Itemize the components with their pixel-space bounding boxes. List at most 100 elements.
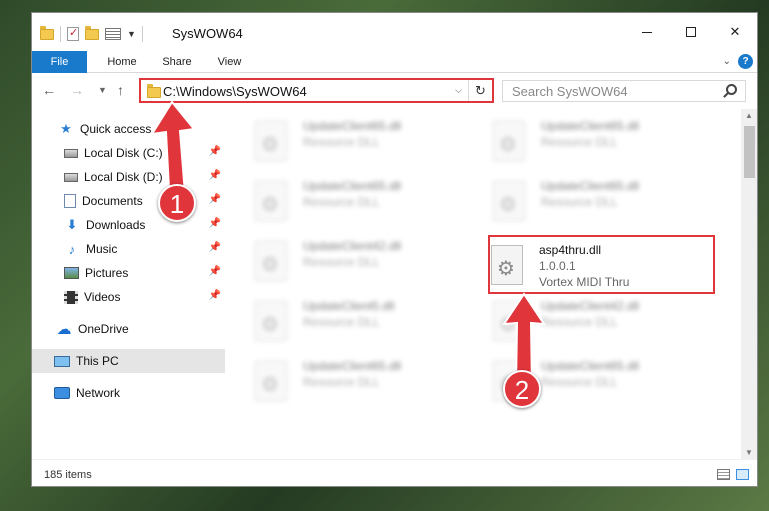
- file-description: Resource DLL: [541, 195, 618, 209]
- file-item[interactable]: UpdateClient65.dll Resource DLL: [467, 173, 697, 225]
- sidebar-item-pictures[interactable]: Pictures 📌: [32, 261, 225, 285]
- file-name: UpdateClient65.dll: [303, 119, 402, 133]
- back-arrow-icon[interactable]: ←: [42, 82, 56, 98]
- disk-icon: [64, 172, 78, 182]
- file-name: UpdateClient42.dll: [541, 299, 640, 313]
- sidebar-item-onedrive[interactable]: ☁ OneDrive: [32, 317, 225, 341]
- status-bar: 185 items: [32, 459, 757, 486]
- pc-icon: [54, 355, 70, 367]
- search-placeholder: Search SysWOW64: [512, 84, 628, 99]
- file-highlight-box: [488, 235, 715, 294]
- file-name: UpdateClient65.dll: [541, 359, 640, 373]
- file-item[interactable]: UpdateClient65.dll Resource DLL: [229, 353, 459, 405]
- tiles-view-icon[interactable]: [736, 469, 749, 480]
- downloads-icon: ⬇: [66, 217, 78, 232]
- sidebar-item-network[interactable]: Network: [32, 381, 225, 405]
- file-item[interactable]: UpdateClient42.dll Resource DLL: [229, 233, 459, 285]
- file-name: UpdateClient65.dll: [303, 179, 402, 193]
- tab-home[interactable]: Home: [102, 51, 142, 73]
- tab-file[interactable]: File: [32, 51, 87, 73]
- pin-icon[interactable]: 📌: [209, 290, 221, 301]
- toolbar-divider: [60, 26, 61, 42]
- close-button[interactable]: ✕: [713, 13, 757, 51]
- minimize-button[interactable]: [625, 13, 669, 51]
- item-count: 185 items: [44, 469, 92, 481]
- sidebar-item-label: Music: [86, 242, 118, 256]
- file-name: UpdateClient65.dll: [303, 359, 402, 373]
- pin-icon[interactable]: 📌: [209, 194, 221, 205]
- dll-file-icon: [493, 181, 525, 221]
- tab-view[interactable]: View: [212, 51, 247, 73]
- sidebar-item-videos[interactable]: Videos 📌: [32, 285, 225, 309]
- file-item[interactable]: UpdateClient65.dll Resource DLL: [467, 113, 697, 165]
- chevron-down-icon[interactable]: ⌵: [455, 85, 462, 96]
- dll-file-icon: [493, 121, 525, 161]
- scroll-down-icon[interactable]: ▼: [745, 448, 753, 457]
- file-description: Resource DLL: [303, 135, 380, 149]
- sidebar-item-label: Pictures: [85, 266, 129, 280]
- dll-file-icon: [255, 361, 287, 401]
- file-item[interactable]: UpdateClient65.dll Resource DLL: [229, 173, 459, 225]
- tab-share[interactable]: Share: [157, 51, 197, 73]
- dll-file-icon: [255, 181, 287, 221]
- refresh-icon[interactable]: ↻: [468, 80, 492, 101]
- search-input[interactable]: Search SysWOW64: [502, 80, 746, 102]
- window-title: SysWOW64: [172, 26, 243, 41]
- sidebar-item-label: This PC: [76, 354, 119, 368]
- dll-file-icon: [255, 301, 287, 341]
- scrollbar-thumb[interactable]: [744, 126, 755, 178]
- vertical-scrollbar[interactable]: ▲ ▼: [741, 109, 757, 459]
- details-view-icon[interactable]: [717, 469, 730, 480]
- file-description: Resource DLL: [303, 315, 380, 329]
- sidebar-item-label: Quick access: [80, 122, 152, 136]
- cloud-icon: ☁: [56, 321, 72, 338]
- properties-icon[interactable]: [67, 26, 79, 41]
- callout-badge-2: 2: [503, 370, 541, 408]
- window-controls: ✕: [625, 13, 757, 51]
- help-icon[interactable]: ?: [738, 54, 753, 69]
- explorer-window: ▼ SysWOW64 ✕ File Home Share View ⌄ ? ← …: [31, 12, 758, 487]
- pictures-icon: [64, 267, 79, 279]
- pin-icon[interactable]: 📌: [209, 146, 221, 157]
- address-path[interactable]: C:\Windows\SysWOW64: [163, 84, 307, 99]
- file-description: Resource DLL: [303, 255, 380, 269]
- pin-icon[interactable]: 📌: [209, 170, 221, 181]
- documents-icon: [64, 194, 76, 208]
- file-description: Resource DLL: [303, 195, 380, 209]
- sidebar-item-label: Documents: [82, 194, 143, 208]
- new-folder-icon[interactable]: [85, 25, 99, 40]
- sidebar-item-this-pc[interactable]: This PC: [32, 349, 225, 373]
- search-icon[interactable]: [726, 84, 737, 95]
- pin-icon[interactable]: 📌: [209, 266, 221, 277]
- view-details-icon[interactable]: [105, 28, 121, 40]
- pin-icon[interactable]: 📌: [209, 242, 221, 253]
- customize-toolbar-icon[interactable]: ▼: [127, 29, 136, 39]
- forward-arrow-icon[interactable]: →: [70, 82, 84, 98]
- minimize-icon: [642, 31, 652, 33]
- file-name: UpdateClient42.dll: [303, 239, 402, 253]
- recent-locations-icon[interactable]: ▼: [98, 85, 107, 95]
- music-icon: ♪: [68, 241, 76, 257]
- folder-icon: [40, 25, 54, 40]
- pin-icon[interactable]: 📌: [209, 218, 221, 229]
- disk-icon: [64, 148, 78, 158]
- file-description: Resource DLL: [541, 315, 618, 329]
- file-item[interactable]: UpdateClient65.dll Resource DLL: [229, 113, 459, 165]
- file-name: UpdateClient65.dll: [541, 119, 640, 133]
- sidebar-item-music[interactable]: ♪ Music 📌: [32, 237, 225, 261]
- quick-access-toolbar: ▼: [40, 25, 143, 43]
- view-buttons: [717, 469, 749, 480]
- title-bar: ▼ SysWOW64 ✕: [32, 13, 757, 51]
- scroll-up-icon[interactable]: ▲: [745, 111, 753, 120]
- sidebar-item-downloads[interactable]: ⬇ Downloads 📌: [32, 213, 225, 237]
- file-item[interactable]: UpdateClient5.dll Resource DLL: [229, 293, 459, 345]
- toolbar-divider: [141, 26, 143, 42]
- maximize-button[interactable]: [669, 13, 713, 51]
- maximize-icon: [686, 27, 696, 37]
- file-list: UpdateClient65.dll Resource DLL UpdateCl…: [225, 109, 741, 459]
- up-arrow-icon[interactable]: ↑: [117, 82, 124, 98]
- expand-ribbon-icon[interactable]: ⌄: [723, 56, 731, 67]
- ribbon-tabs: File Home Share View ⌄ ?: [32, 51, 757, 73]
- navigation-bar: ← → ▼ ↑ C:\Windows\SysWOW64 ⌵ ↻ Search S…: [32, 73, 757, 109]
- callout-badge-1: 1: [158, 184, 196, 222]
